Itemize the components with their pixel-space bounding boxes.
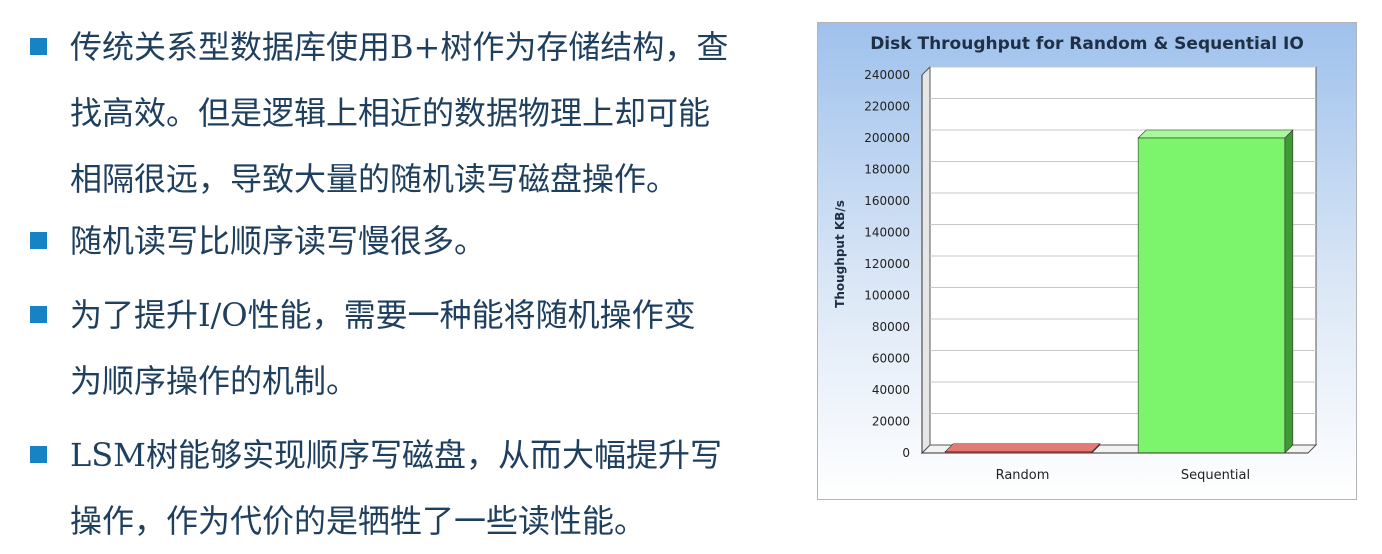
bullet-line: 为顺序操作的机制。: [70, 362, 359, 400]
bullet-item: LSM树能够实现顺序写磁盘，从而大幅提升写 操作，作为代价的是牺牲了一些读性能。: [28, 422, 798, 554]
bullet-item: 随机读写比顺序读写慢很多。: [28, 208, 798, 274]
chart-frame: Disk Throughput for Random & Sequential …: [817, 22, 1357, 500]
y-tick-label: 20000: [872, 415, 910, 429]
y-tick-label: 120000: [864, 257, 910, 271]
y-axis-label: Thoughput KB/s: [833, 200, 847, 308]
y-tick-label: 220000: [864, 100, 910, 114]
bullet-line: 传统关系型数据库使用B+树作为存储结构，查: [70, 28, 729, 66]
bullet-line: 相隔很远，导致大量的随机读写磁盘操作。: [70, 160, 679, 198]
y-tick-label: 80000: [872, 320, 910, 334]
bar: [1137, 137, 1286, 454]
y-tick-label: 100000: [864, 289, 910, 303]
y-tick-label: 40000: [872, 383, 910, 397]
y-tick-label: 60000: [872, 352, 910, 366]
bullet-item: 为了提升I/O性能，需要一种能将随机操作变 为顺序操作的机制。: [28, 282, 798, 414]
bullet-line: 为了提升I/O性能，需要一种能将随机操作变: [70, 296, 696, 334]
y-tick-label: 160000: [864, 194, 910, 208]
bullet-line: 操作，作为代价的是牺牲了一些读性能。: [70, 502, 647, 540]
plot-side-wall: [921, 65, 931, 455]
square-bullet-icon: [30, 38, 47, 55]
y-tick-label: 200000: [864, 131, 910, 145]
plot-area: 0 20000 40000 60000 80000 100000 120000 140000 1…: [864, 65, 1318, 483]
bullet-line: LSM树能够实现顺序写磁盘，从而大幅提升写: [70, 436, 722, 474]
square-bullet-icon: [30, 446, 47, 463]
square-bullet-icon: [30, 306, 47, 323]
x-tick-label: Sequential: [1181, 468, 1250, 483]
bullet-item: 传统关系型数据库使用B+树作为存储结构，查 找高效。但是逻辑上相近的数据物理上却…: [28, 14, 798, 212]
x-tick-label: Random: [996, 468, 1050, 483]
y-tick-label: 180000: [864, 163, 910, 177]
y-tick-label: 240000: [864, 68, 910, 82]
square-bullet-icon: [30, 232, 47, 249]
bullet-line: 随机读写比顺序读写慢很多。: [70, 222, 487, 260]
y-tick-label: 140000: [864, 226, 910, 240]
bar-top: [944, 443, 1101, 453]
bullet-line: 找高效。但是逻辑上相近的数据物理上却可能: [70, 94, 711, 132]
throughput-chart: Disk Throughput for Random & Sequential …: [818, 23, 1356, 499]
bar-top: [1137, 129, 1294, 139]
chart-title: Disk Throughput for Random & Sequential …: [870, 34, 1304, 54]
y-tick-label: 0: [902, 446, 910, 460]
bullet-list: 传统关系型数据库使用B+树作为存储结构，查 找高效。但是逻辑上相近的数据物理上却…: [28, 14, 798, 554]
bar-side: [1284, 129, 1294, 454]
